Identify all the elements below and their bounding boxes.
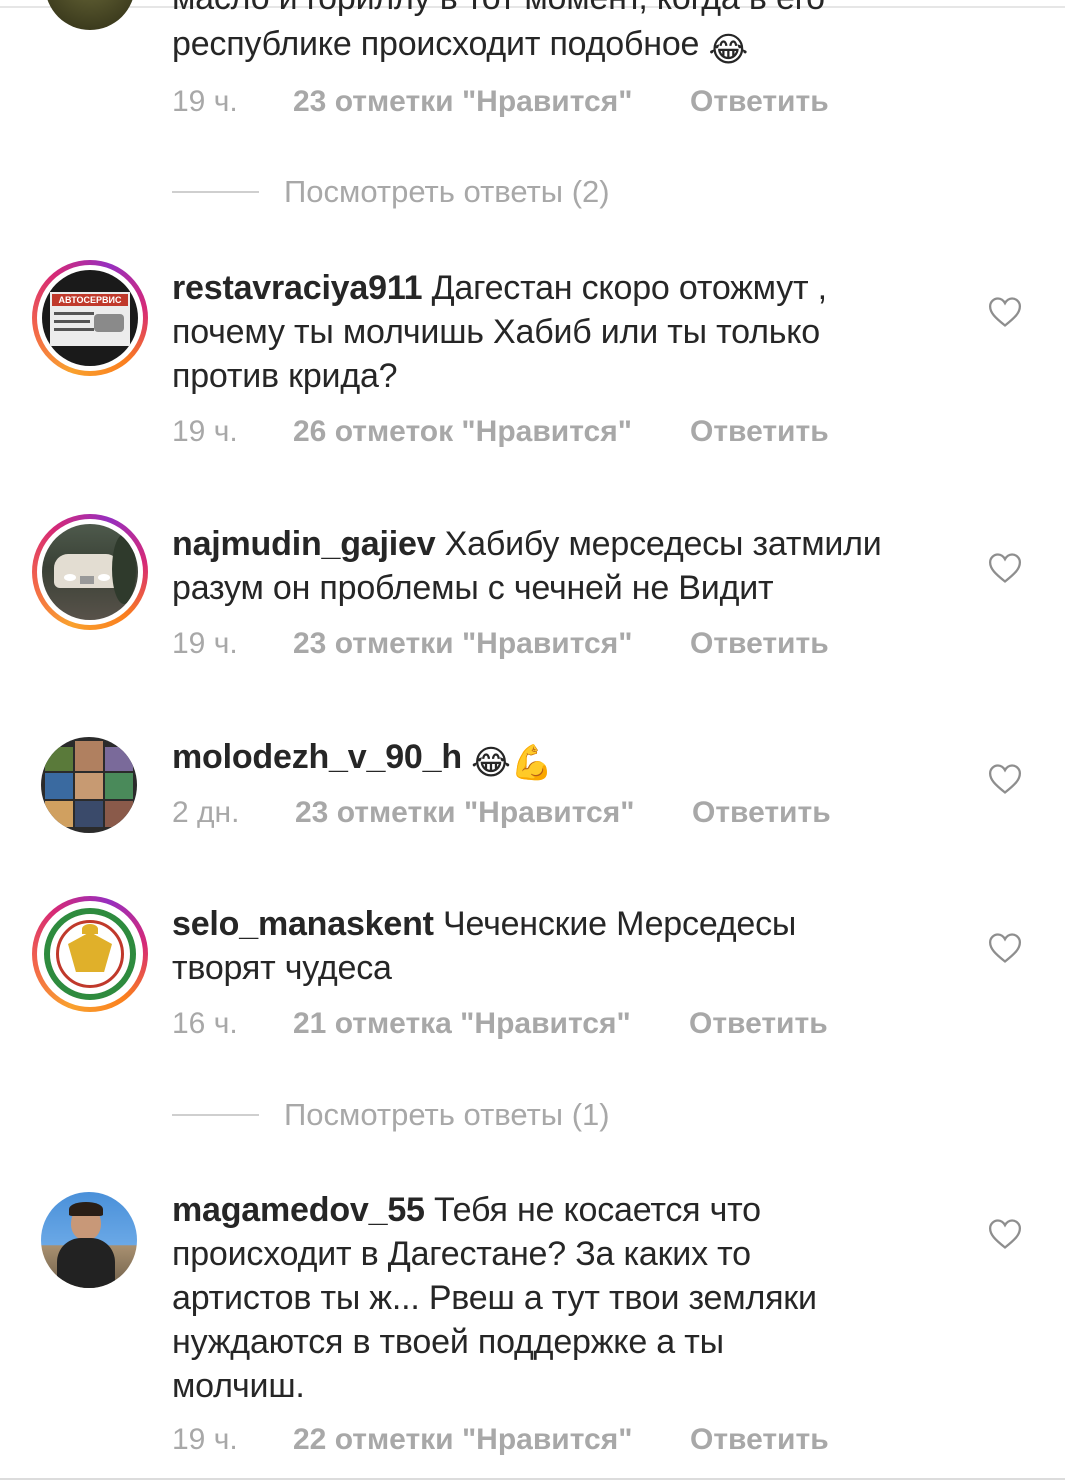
avatar[interactable] (41, 1192, 137, 1288)
reply-button[interactable]: Ответить (692, 795, 831, 831)
avatar[interactable] (32, 896, 148, 1012)
reply-button[interactable]: Ответить (690, 414, 829, 450)
heart-outline-icon[interactable] (988, 932, 1022, 964)
comment-time: 19 ч. (172, 1423, 238, 1456)
view-replies-label: Посмотреть ответы (2) (284, 174, 610, 209)
comment-username[interactable]: molodezh_v_90_h (172, 738, 462, 776)
divider-dash (172, 191, 259, 193)
reply-button[interactable]: Ответить (690, 1422, 829, 1458)
avatar[interactable] (45, 0, 135, 30)
bottom-divider (0, 1478, 1065, 1480)
heart-outline-icon[interactable] (988, 1218, 1022, 1250)
comment-text: республике происходит подобное 😂 (172, 22, 952, 72)
comment-likes[interactable]: 23 отметки "Нравится" (295, 795, 634, 831)
comment-time: 2 дн. (172, 796, 240, 829)
laughing-emoji-icon: 😂 (708, 31, 749, 69)
comment-username[interactable]: magamedov_55 (172, 1191, 425, 1229)
avatar[interactable]: АВТОСЕРВИС (32, 260, 148, 376)
laughing-flexed-biceps-emoji-icon: 😂💪 (471, 744, 553, 782)
comment-text: selo_manaskent Чеченские Мерседесы творя… (172, 905, 797, 987)
divider-dash (172, 1114, 259, 1116)
comment-likes[interactable]: 26 отметок "Нравится" (293, 414, 632, 450)
view-replies-label: Посмотреть ответы (1) (284, 1097, 610, 1132)
heart-outline-icon[interactable] (988, 552, 1022, 584)
reply-button[interactable]: Ответить (690, 626, 829, 662)
comment-text-partial: масло и гориллу в тот момент, когда в ег… (172, 0, 952, 20)
avatar-logo-text: АВТОСЕРВИС (58, 295, 122, 305)
comment-text: molodezh_v_90_h 😂💪 (172, 735, 952, 785)
comment-text: najmudin_gajiev Хабибу мерседесы затмили… (172, 525, 882, 607)
comment-time: 16 ч. (172, 1007, 238, 1040)
comment-text: restavraciya911 Дагестан скоро отожмут ,… (172, 269, 827, 395)
reply-button[interactable]: Ответить (690, 84, 829, 120)
comment-text: magamedov_55 Тебя не косается что происх… (172, 1191, 817, 1405)
comment-likes[interactable]: 23 отметки "Нравится" (293, 84, 632, 120)
avatar[interactable] (32, 514, 148, 630)
comment-time: 19 ч. (172, 415, 238, 448)
comment-time: 19 ч. (172, 627, 238, 660)
comment-username[interactable]: najmudin_gajiev (172, 525, 436, 563)
comment-likes[interactable]: 22 отметки "Нравится" (293, 1422, 632, 1458)
heart-outline-icon[interactable] (988, 296, 1022, 328)
reply-button[interactable]: Ответить (689, 1006, 828, 1042)
comment-likes[interactable]: 23 отметки "Нравится" (293, 626, 632, 662)
comment-username[interactable]: selo_manaskent (172, 905, 434, 943)
avatar[interactable] (41, 737, 137, 833)
comment-likes[interactable]: 21 отметка "Нравится" (293, 1006, 631, 1042)
comment-username[interactable]: restavraciya911 (172, 269, 423, 307)
heart-outline-icon[interactable] (988, 763, 1022, 795)
comment-time: 19 ч. (172, 85, 238, 118)
